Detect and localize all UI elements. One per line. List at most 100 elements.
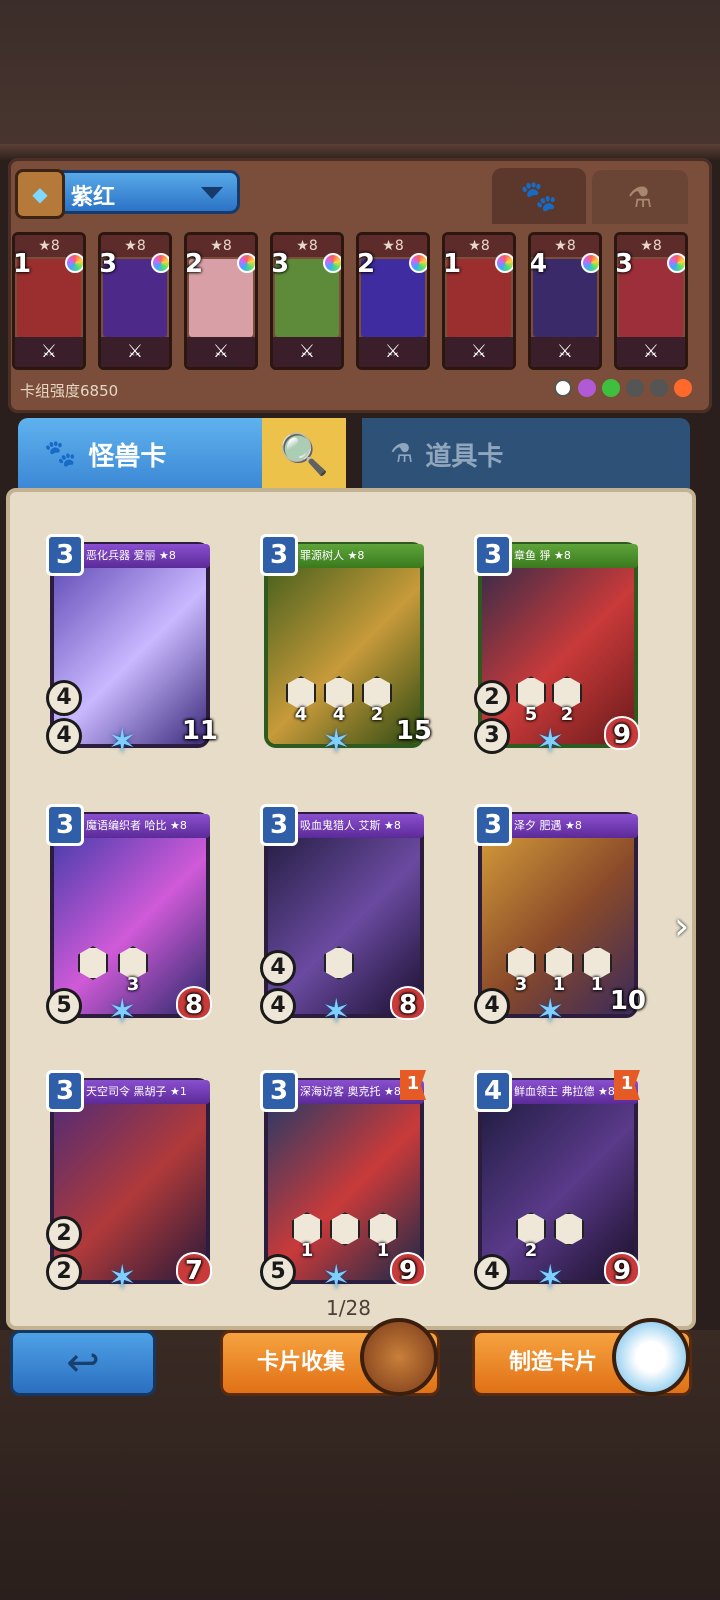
- deck-card[interactable]: ★8 ⚔ 3: [614, 232, 688, 370]
- sword-icon: ⚔: [445, 337, 513, 367]
- card-hp: 10: [609, 986, 646, 1016]
- rainbow-gem-icon: [65, 253, 83, 273]
- rainbow-gem-icon: [409, 253, 427, 273]
- rainbow-gem-icon: [323, 253, 341, 273]
- page-indicator: 1/28: [326, 1296, 371, 1320]
- search-button[interactable]: 🔍: [262, 418, 346, 490]
- monster-card[interactable]: 恶化兵器 爱丽 ★8 3 4 4 ✶ 11: [44, 530, 218, 762]
- star-icon: ✶: [108, 722, 137, 762]
- star-icon: ✶: [108, 1258, 137, 1298]
- deck-power-label: 卡组强度6850: [20, 382, 119, 400]
- tab-monster-deck[interactable]: 🐾: [492, 168, 586, 224]
- card-cost: 4: [474, 1070, 512, 1112]
- deck-card-count: 2: [357, 249, 376, 279]
- deck-card[interactable]: ★8 ⚔ 4: [528, 232, 602, 370]
- sword-icon: ⚔: [273, 337, 341, 367]
- card-title: 罪源树人 ★8: [294, 544, 424, 568]
- skill-value: 1: [300, 1240, 314, 1261]
- sword-icon: ⚔: [15, 337, 83, 367]
- monster-card[interactable]: 罪源树人 ★8 3 4 4 2 ✶ 15: [258, 530, 432, 762]
- card-defense: 5: [46, 988, 82, 1024]
- craft-card-label: 制造卡片: [509, 1350, 598, 1375]
- sword-icon: ⚔: [101, 337, 169, 367]
- card-hp: 7: [176, 1252, 212, 1286]
- card-collection-label: 卡片收集: [257, 1350, 346, 1375]
- card-cost: 3: [260, 1070, 298, 1112]
- deck-card[interactable]: ★8 ⚔ 1: [12, 232, 86, 370]
- card-book-icon: [360, 1318, 438, 1396]
- light-element-icon: [554, 379, 572, 397]
- card-hp: 9: [604, 716, 640, 750]
- card-attack: 2: [46, 1216, 82, 1252]
- card-cost: 3: [46, 534, 84, 576]
- deck-book-icon: ◆: [15, 169, 65, 219]
- dark-element-icon: [578, 379, 596, 397]
- card-defense: 4: [474, 988, 510, 1024]
- card-defense: 5: [260, 1254, 296, 1290]
- card-cost: 3: [46, 804, 84, 846]
- skill-value: 3: [514, 974, 528, 995]
- deck-card[interactable]: ★8 ⚔ 2: [184, 232, 258, 370]
- skill-value: 2: [370, 704, 384, 725]
- paw-icon: 🐾: [520, 178, 558, 214]
- potion-icon: ⚗: [390, 439, 414, 469]
- skill-value: 4: [294, 704, 308, 725]
- paw-icon: 🐾: [44, 439, 77, 469]
- deck-card[interactable]: ★8 ⚔ 2: [356, 232, 430, 370]
- tab-item-cards[interactable]: ⚗ 道具卡: [362, 418, 690, 490]
- next-page-arrow-icon[interactable]: ›: [674, 904, 689, 948]
- deck-card-count: 2: [185, 249, 204, 279]
- card-attack: 4: [260, 950, 296, 986]
- card-hp: 9: [390, 1252, 426, 1286]
- card-cost: 3: [260, 804, 298, 846]
- card-defense: 2: [46, 1254, 82, 1290]
- monster-card[interactable]: 天空司令 黑胡子 ★1 3 2 2 ✶ 7: [44, 1066, 214, 1298]
- tab-item-deck[interactable]: ⚗: [592, 170, 688, 224]
- monster-card[interactable]: 魔语编织者 哈比 ★8 3 5 3 ✶ 8: [44, 800, 214, 1032]
- rainbow-gem-icon: [581, 253, 599, 273]
- monster-card[interactable]: 泽夕 肥遇 ★8 3 4 3 1 1 ✶ 10: [472, 800, 646, 1032]
- deck-selector[interactable]: ◆ 紫红: [15, 169, 240, 219]
- card-hp: 11: [181, 716, 218, 746]
- deck-name: 紫红: [71, 185, 116, 210]
- rainbow-gem-icon: [495, 253, 513, 273]
- paw-jar-icon: [612, 1318, 690, 1396]
- monster-card[interactable]: 章鱼 猙 ★8 3 2 3 5 2 ✶ 9: [472, 530, 642, 762]
- deck-card-count: 3: [271, 249, 290, 279]
- card-defense: 3: [474, 718, 510, 754]
- deck-card[interactable]: ★8 ⚔ 3: [98, 232, 172, 370]
- monster-card[interactable]: 深海访客 奥克托 ★8 3 1 5 1 1 ✶ 9: [258, 1066, 428, 1298]
- card-title: 天空司令 黑胡子 ★1: [80, 1080, 210, 1104]
- card-title: 泽夕 肥遇 ★8: [508, 814, 638, 838]
- back-button[interactable]: ↩: [10, 1330, 156, 1396]
- tab-monster-cards[interactable]: 🐾 怪兽卡: [18, 418, 262, 490]
- card-hp: 8: [390, 986, 426, 1020]
- monster-card[interactable]: 鲜血领主 弗拉德 ★8 4 1 4 2 ✶ 9: [472, 1066, 642, 1298]
- deck-card-count: 1: [443, 249, 462, 279]
- star-icon: ✶: [322, 1258, 351, 1298]
- machine-element-icon: [650, 379, 668, 397]
- star-icon: ✶: [536, 1258, 565, 1298]
- card-defense: 4: [46, 718, 82, 754]
- tab-item-label: 道具卡: [425, 441, 504, 472]
- beast-element-icon: [626, 379, 644, 397]
- card-hp: 9: [604, 1252, 640, 1286]
- card-defense: 4: [474, 1254, 510, 1290]
- deck-card[interactable]: ★8 ⚔ 1: [442, 232, 516, 370]
- card-hp: 15: [395, 716, 432, 746]
- deck-card-count: 3: [615, 249, 634, 279]
- card-cost: 3: [474, 804, 512, 846]
- chevron-down-icon: [201, 187, 223, 199]
- star-icon: ✶: [322, 722, 351, 762]
- card-attack: 4: [46, 680, 82, 716]
- deck-element-icons: [554, 379, 692, 397]
- card-attack: 2: [474, 680, 510, 716]
- rainbow-gem-icon: [151, 253, 169, 273]
- sword-icon: ⚔: [617, 337, 685, 367]
- monster-card[interactable]: 吸血鬼猎人 艾斯 ★8 3 4 4 ✶ 8: [258, 800, 428, 1032]
- top-wood-frame: [0, 0, 720, 160]
- card-cost: 3: [474, 534, 512, 576]
- deck-card[interactable]: ★8 ⚔ 3: [270, 232, 344, 370]
- potion-icon: ⚗: [627, 180, 653, 214]
- rainbow-gem-icon: [237, 253, 255, 273]
